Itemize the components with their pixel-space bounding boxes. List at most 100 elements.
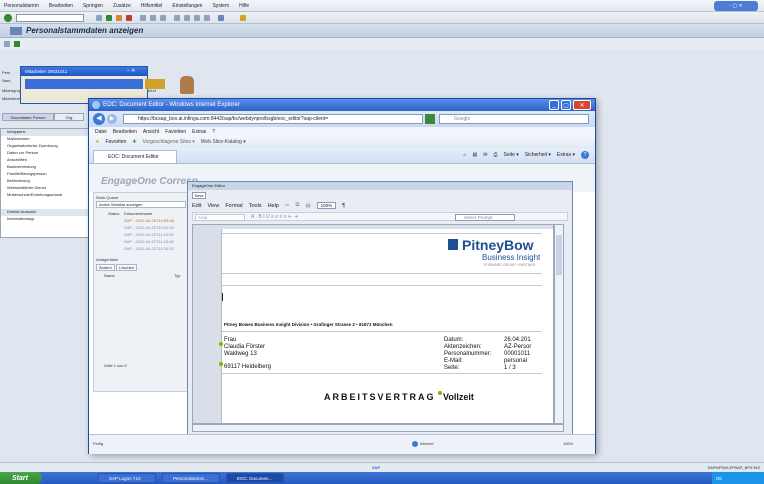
list-item[interactable]: Behinderung — [1, 178, 89, 185]
infotype-field-label: Informationstyp — [7, 216, 35, 221]
page-menu[interactable]: Seite ▾ — [503, 152, 518, 158]
menu-help[interactable]: Help — [268, 203, 279, 209]
menu-favoriten[interactable]: Favoriten — [165, 129, 186, 135]
menu-view[interactable]: View — [207, 203, 219, 209]
copy-icon[interactable]: ⧉ — [296, 202, 300, 209]
list-item[interactable]: Mutterschutz/Erziehungsurlaub — [1, 192, 89, 199]
save-icon[interactable] — [96, 15, 102, 21]
menu-hilfsmittel[interactable]: Hilfsmittel — [141, 3, 163, 9]
menu-einstellungen[interactable]: Einstellungen — [172, 3, 202, 9]
menu-bearbeiten[interactable]: Bearbeiten — [49, 3, 73, 9]
list-item[interactable]: Anschriften — [1, 157, 89, 164]
document-page[interactable]: PitneyBow Business Insight FORWARD GROUP… — [219, 229, 553, 423]
prev-page-icon[interactable] — [184, 15, 190, 21]
table-row[interactable]: SAP - 2010-04-22T10:02:10 — [124, 225, 174, 230]
font-select[interactable]: Arial — [195, 214, 245, 221]
sap-window-controls[interactable]: ▫ ▢ ✕ — [714, 1, 758, 11]
minimize-button[interactable]: _ — [549, 100, 559, 110]
print-icon[interactable]: ⎙ — [493, 152, 497, 158]
vertical-scrollbar[interactable] — [554, 224, 564, 424]
new-session-icon[interactable] — [218, 15, 224, 21]
list-item[interactable]: Organisatorische Zuordnung — [1, 143, 89, 150]
last-page-icon[interactable] — [204, 15, 210, 21]
prompt-select[interactable]: Select Prompt — [455, 214, 515, 221]
menu-edit[interactable]: Edit — [192, 203, 201, 209]
refresh-icon[interactable] — [425, 114, 435, 124]
favorites-button[interactable]: Favoriten — [105, 139, 126, 145]
popup-help-icon[interactable] — [145, 79, 165, 89]
task-sap-logon[interactable]: SAP Logon 710 — [98, 473, 156, 483]
list-item[interactable]: Maßnahmen — [1, 136, 89, 143]
cancel-icon[interactable] — [126, 15, 132, 21]
menu-hilfe[interactable]: Hilfe — [239, 3, 249, 9]
list-item[interactable]: Bankverbindung — [1, 164, 89, 171]
print-icon[interactable] — [140, 15, 146, 21]
menu-help[interactable]: ? — [212, 129, 215, 135]
next-page-icon[interactable] — [194, 15, 200, 21]
add-favorite-icon[interactable]: ✚ — [132, 139, 136, 145]
menu-tools[interactable]: Tools — [249, 203, 262, 209]
home-icon[interactable]: ⌂ — [464, 152, 467, 158]
mail-icon[interactable]: ✉ — [483, 152, 487, 158]
task-eoc[interactable]: EOC: Documen... — [226, 473, 284, 483]
menu-bearbeiten[interactable]: Bearbeiten — [113, 129, 137, 135]
scroll-thumb[interactable] — [556, 235, 562, 275]
glasses-icon[interactable] — [4, 41, 10, 47]
back-icon[interactable] — [106, 15, 112, 21]
help-icon[interactable] — [240, 15, 246, 21]
menu-zusaetze[interactable]: Zusätze — [113, 3, 131, 9]
horizontal-scrollbar[interactable] — [192, 424, 564, 432]
menu-datei[interactable]: Datei — [95, 129, 107, 135]
format-buttons[interactable]: A · B I U ≡ ≡ ≡ ≡ ⇤ ⇥ — [251, 214, 298, 220]
person-icon[interactable] — [14, 41, 20, 47]
find-next-icon[interactable] — [160, 15, 166, 21]
web-slice-link[interactable]: Web Slice-Katalog ▾ — [201, 139, 246, 145]
change-button[interactable]: Ändern — [96, 264, 115, 271]
help-icon[interactable]: ? — [581, 151, 589, 159]
list-item[interactable]: Daten zur Person — [1, 150, 89, 157]
tab-grunddaten[interactable]: Grunddaten Person — [2, 113, 54, 121]
menu-format[interactable]: Format — [225, 203, 242, 209]
menu-ansicht[interactable]: Ansicht — [143, 129, 159, 135]
zoom-select[interactable]: 100% — [316, 202, 337, 209]
safety-menu[interactable]: Sicherheit ▾ — [525, 152, 551, 158]
popup-close-icon[interactable]: – ✕ — [127, 68, 145, 75]
tray-language[interactable]: DE — [716, 476, 722, 481]
list-item[interactable]: Werkstattlicher Dienst — [1, 185, 89, 192]
worklist-filter[interactable]: Active Worklist anzeigen — [96, 201, 186, 208]
list-item[interactable]: Familie/Bezugsperson — [1, 171, 89, 178]
feeds-icon[interactable]: ▤ — [473, 152, 478, 158]
command-field[interactable] — [16, 14, 84, 22]
table-row[interactable]: SAP - 2010-04-22T11:15:46 — [124, 239, 174, 244]
popup-toolbar[interactable] — [25, 79, 143, 89]
cut-icon[interactable]: ✂ — [285, 203, 290, 209]
task-personalstamm[interactable]: Personalstamm... — [162, 473, 220, 483]
menu-springen[interactable]: Springen — [83, 3, 103, 9]
address-bar[interactable]: https://bcsap_box.ai.infinga.com:8443/sa… — [123, 114, 423, 124]
save-button[interactable]: Save — [192, 192, 206, 199]
zoom-level[interactable]: 100% — [563, 441, 573, 446]
search-input[interactable]: Google — [439, 114, 589, 124]
table-row[interactable]: SAP - 2010-04-22T11:10:50 — [124, 232, 174, 237]
close-button[interactable]: ✕ — [573, 100, 591, 110]
find-icon[interactable] — [150, 15, 156, 21]
menu-system[interactable]: System — [212, 3, 229, 9]
first-page-icon[interactable] — [174, 15, 180, 21]
delete-button[interactable]: Löschen — [116, 264, 138, 271]
paragraph-icon[interactable]: ¶ — [342, 203, 345, 209]
tab-org[interactable]: Org — [54, 113, 84, 121]
enter-icon[interactable] — [4, 14, 12, 22]
exit-icon[interactable] — [116, 15, 122, 21]
suggested-sites-link[interactable]: Vorgeschlagene Sites ▾ — [143, 139, 195, 145]
start-button[interactable]: Start — [0, 472, 42, 484]
menu-personalstamm[interactable]: Personalstamm — [4, 3, 39, 9]
maximize-button[interactable]: ▢ — [561, 100, 571, 110]
forward-button[interactable]: ▶ — [107, 114, 117, 124]
table-row[interactable]: SAP - 2010-04-22T11:30:15 — [124, 246, 174, 251]
menu-extras[interactable]: Extras — [192, 129, 206, 135]
tools-menu[interactable]: Extras ▾ — [557, 152, 575, 158]
paste-icon[interactable]: ▤ — [305, 203, 310, 209]
tab-eoc-editor[interactable]: EOC: Document Editor — [93, 150, 177, 163]
table-row[interactable]: SAP - 2010-04-26T14:53:46 — [124, 218, 174, 223]
back-button[interactable]: ◀ — [93, 113, 105, 125]
